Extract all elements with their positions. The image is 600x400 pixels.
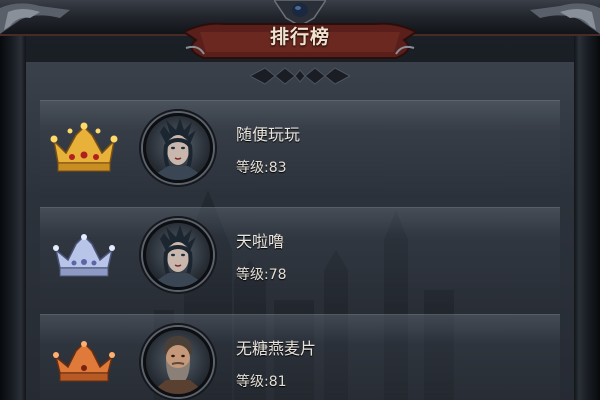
elf-sorceress-avatar[interactable] [143,113,213,183]
elf-sorceress-avatar[interactable] [143,220,213,290]
player-level: 等级:78 [236,267,287,283]
left-border [0,0,26,400]
ranking-row[interactable]: 无糖燕麦片 等级:81 [40,314,560,400]
player-name: 无糖燕麦片 [236,339,317,358]
right-border [574,0,600,400]
player-level: 等级:83 [236,160,287,176]
player-name: 随便玩玩 [236,125,301,144]
leaderboard-window: 排行榜 随便玩玩 等级:83 天啦噜 等级:78 无糖燕麦片 等级:81 [0,0,600,400]
ranking-row[interactable]: 天啦噜 等级:78 [40,207,560,305]
silver-crown-icon [53,234,115,277]
player-level: 等级:81 [236,374,287,390]
ranking-row[interactable]: 随便玩玩 等级:83 [40,100,560,198]
gold-crown-icon [50,122,118,172]
player-name: 天啦噜 [236,232,285,251]
bronze-crown-icon [53,341,115,382]
bearded-warrior-avatar[interactable] [143,327,213,397]
panel-top-ornament [250,67,350,85]
page-title: 排行榜 [269,26,330,48]
